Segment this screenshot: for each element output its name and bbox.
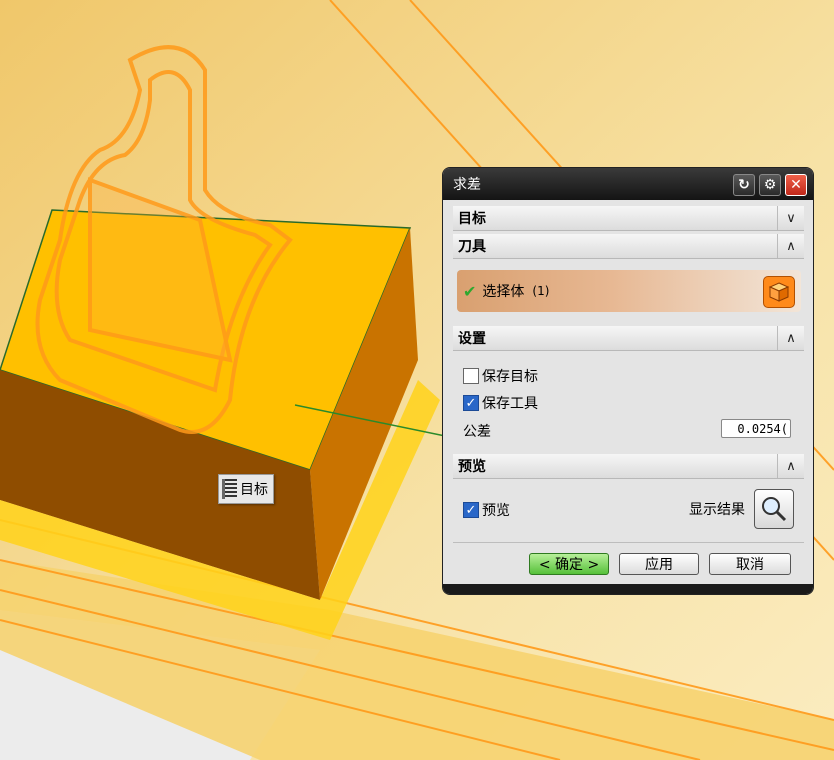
keep-target-label: 保存目标 xyxy=(482,369,538,385)
reset-icon[interactable]: ↻ xyxy=(733,174,755,196)
apply-button[interactable]: 应用 xyxy=(619,553,699,575)
target-callout-label[interactable]: 目标 xyxy=(218,474,274,504)
keep-target-option[interactable]: 保存目标 xyxy=(463,366,538,386)
target-callout-text: 目标 xyxy=(240,482,268,498)
keep-target-checkbox[interactable] xyxy=(463,368,479,384)
keep-tool-option[interactable]: ✓ 保存工具 xyxy=(463,393,538,413)
grip-icon xyxy=(222,479,237,499)
select-body-label: 选择体 xyxy=(482,284,525,300)
cube-icon xyxy=(768,282,790,302)
magnifier-icon xyxy=(762,497,787,522)
show-result-button[interactable] xyxy=(754,489,794,529)
chevron-down-icon[interactable]: ∨ xyxy=(777,206,804,230)
keep-tool-checkbox[interactable]: ✓ xyxy=(463,395,479,411)
close-icon[interactable]: ✕ xyxy=(785,174,807,196)
show-result-label: 显示结果 xyxy=(689,502,745,518)
ok-button[interactable]: < 确定 > xyxy=(529,553,609,575)
section-target-label: 目标 xyxy=(458,211,486,227)
section-preview-header[interactable]: 预览 ∧ xyxy=(453,454,804,479)
dialog-bottom-bar xyxy=(443,584,813,594)
select-body-count: (1) xyxy=(532,284,550,298)
divider xyxy=(453,542,804,543)
preview-label: 预览 xyxy=(482,503,510,519)
section-tool-header[interactable]: 刀具 ∧ xyxy=(453,234,804,259)
preview-checkbox[interactable]: ✓ xyxy=(463,502,479,518)
section-settings-header[interactable]: 设置 ∧ xyxy=(453,326,804,351)
keep-tool-label: 保存工具 xyxy=(482,396,538,412)
preview-option[interactable]: ✓ 预览 xyxy=(463,500,510,520)
section-settings-label: 设置 xyxy=(458,331,486,347)
tolerance-input[interactable] xyxy=(721,419,791,438)
dialog-title: 求差 xyxy=(453,177,481,193)
select-body-row[interactable]: ✔ 选择体 (1) xyxy=(457,270,801,312)
section-preview-label: 预览 xyxy=(458,459,486,475)
section-tool-label: 刀具 xyxy=(458,239,486,255)
subtract-dialog: 求差 ↻ ⚙ ✕ 目标 ∨ 刀具 ∧ ✔ 选择体 (1) 设置 ∧ 保存目标 ✓… xyxy=(443,168,813,594)
dialog-titlebar[interactable]: 求差 ↻ ⚙ ✕ xyxy=(443,168,813,200)
chevron-up-icon[interactable]: ∧ xyxy=(777,326,804,350)
body-picker-button[interactable] xyxy=(763,276,795,308)
cancel-button[interactable]: 取消 xyxy=(709,553,791,575)
gear-icon[interactable]: ⚙ xyxy=(759,174,781,196)
checkmark-icon: ✔ xyxy=(463,281,477,301)
chevron-up-icon[interactable]: ∧ xyxy=(777,234,804,258)
tolerance-label: 公差 xyxy=(463,424,491,440)
section-target-header[interactable]: 目标 ∨ xyxy=(453,206,804,231)
chevron-up-icon[interactable]: ∧ xyxy=(777,454,804,478)
